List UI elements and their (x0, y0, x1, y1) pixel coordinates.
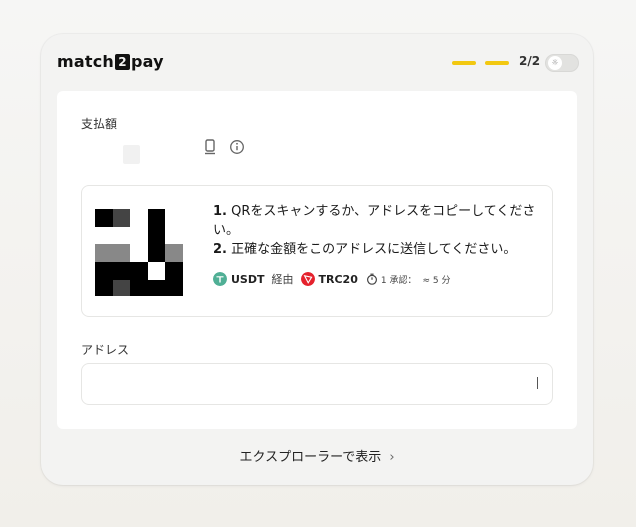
progress-segment (452, 61, 476, 65)
info-icon[interactable] (229, 139, 245, 155)
tron-icon (300, 272, 315, 286)
text-caret (537, 377, 538, 389)
token-name: USDT (231, 272, 265, 286)
address-label: アドレス (81, 343, 130, 357)
view-in-explorer-link[interactable]: エクスプローラーで表示 › (41, 446, 593, 465)
card-header: match 2 pay 2/2 ☼ (41, 34, 593, 90)
theme-toggle[interactable]: ☼ (545, 54, 579, 72)
usdt-icon (213, 272, 227, 286)
progress-segment (485, 61, 509, 65)
confirmations: 1 承認： (380, 275, 417, 286)
payment-panel: 支払額 1. QRをスキャンするか、アドレスをコピーしてください。 2. 正確な… (57, 91, 577, 429)
instruction-1: 1. QRをスキャンするか、アドレスをコピーしてください。 (213, 204, 536, 238)
amount-value (123, 145, 140, 164)
timer-icon (366, 273, 377, 285)
via-label: 経由 (271, 273, 294, 286)
match2pay-logo: match 2 pay (57, 52, 164, 71)
step-counter: 2/2 (519, 54, 541, 68)
theme-toggle-icon: ☼ (548, 56, 562, 70)
qr-code (95, 209, 183, 296)
instruction-2: 2. 正確な金額をこのアドレスに送信してください。 (213, 242, 517, 257)
step-progress (452, 61, 509, 65)
amount-label: 支払額 (81, 117, 118, 131)
copy-icon[interactable] (203, 139, 217, 155)
qr-card: 1. QRをスキャンするか、アドレスをコピーしてください。 2. 正確な金額をこ… (81, 185, 553, 317)
network-info: USDT 経由 TRC20 1 承認： ≈ 5 分 (213, 271, 450, 287)
network-name: TRC20 (318, 272, 358, 286)
address-field[interactable] (81, 363, 553, 405)
eta: ≈ 5 分 (422, 275, 451, 286)
payment-card: match 2 pay 2/2 ☼ 支払額 1. QRをスキャンするか、アドレス… (41, 34, 593, 485)
instructions: 1. QRをスキャンするか、アドレスをコピーしてください。 2. 正確な金額をこ… (213, 202, 543, 259)
chevron-right-icon: › (389, 450, 395, 465)
